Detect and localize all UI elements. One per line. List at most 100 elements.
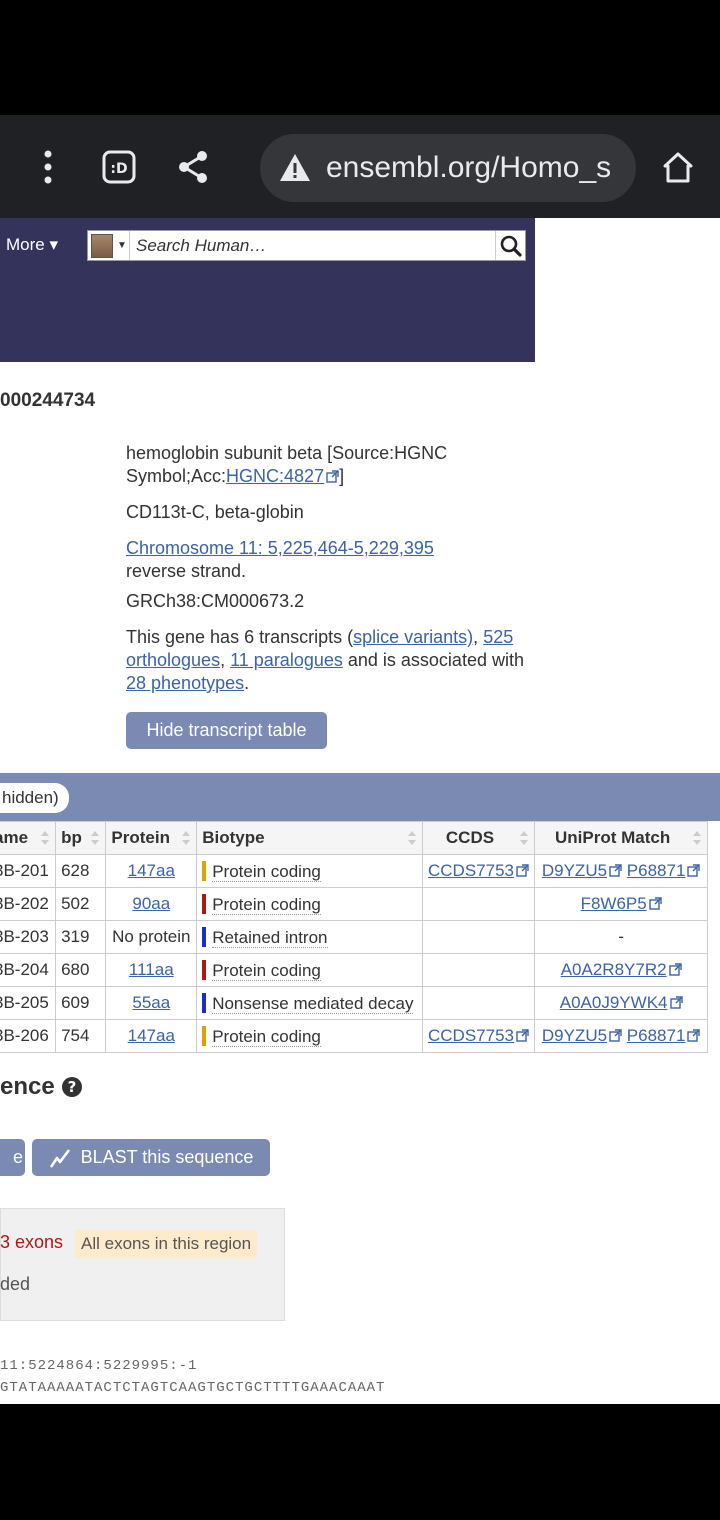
uniprot-link[interactable]: P68871 bbox=[627, 861, 686, 880]
sequence-text: GTATAAAAATACTCTAGTCAAGTGCTGCTTTTGAAACAAA… bbox=[0, 1380, 386, 1396]
hgnc-link[interactable]: HGNC:4827 bbox=[226, 466, 324, 486]
species-icon bbox=[91, 233, 113, 258]
exon-count-label: 3 exons bbox=[0, 1232, 64, 1252]
uniprot-link[interactable]: P68871 bbox=[627, 1026, 686, 1045]
sort-icon bbox=[91, 831, 100, 845]
url-bar[interactable]: ensembl.org/Homo_s bbox=[260, 134, 636, 202]
transcript-ccds bbox=[421, 986, 536, 1020]
transcript-bp: 628 bbox=[55, 854, 107, 888]
transcript-biotype: Protein coding bbox=[196, 1019, 423, 1053]
gene-summary: hemoglobin subunit beta [Source:HGNC Sym… bbox=[126, 442, 546, 708]
more-menu-link[interactable]: More ▾ bbox=[6, 235, 58, 255]
desktop-site-icon[interactable]: :D bbox=[89, 136, 149, 198]
transcript-uniprot: D9YZU5 P68871 bbox=[534, 854, 708, 888]
paralogues-link[interactable]: 11 paralogues bbox=[230, 650, 343, 670]
table-header-row: ame bp Protein Biotype CCDS UniProt Matc… bbox=[0, 821, 708, 855]
biotype-swatch bbox=[202, 992, 207, 1013]
location-link[interactable]: Chromosome 11: 5,225,464-5,229,395 bbox=[126, 538, 434, 558]
transcript-protein: 90aa bbox=[105, 887, 198, 921]
splice-variants-link[interactable]: splice variants) bbox=[353, 627, 473, 647]
transcript-name: 3B-206 bbox=[0, 1019, 57, 1053]
transcript-bp: 754 bbox=[55, 1019, 107, 1053]
transcript-protein: 111aa bbox=[105, 953, 198, 987]
gene-transcripts-summary: This gene has 6 transcripts (splice vari… bbox=[126, 627, 524, 693]
more-vert-icon[interactable] bbox=[18, 136, 78, 198]
transcript-name: 3B-201 bbox=[0, 854, 57, 888]
search-icon bbox=[500, 235, 522, 257]
masthead: More ▾ ▼ bbox=[0, 218, 535, 362]
gene-assembly: GRCh38:CM000673.2 bbox=[126, 591, 305, 611]
transcript-ccds bbox=[421, 887, 536, 921]
transcript-name: 3B-204 bbox=[0, 953, 57, 987]
uniprot-link[interactable]: A0A2R8Y7R2 bbox=[561, 960, 667, 979]
transcript-protein: 147aa bbox=[105, 1019, 198, 1053]
gene-synonyms: CD113t-C, beta-globin bbox=[126, 502, 304, 522]
download-sequence-button[interactable]: e bbox=[0, 1139, 25, 1176]
col-header-uniprot[interactable]: UniProt Match bbox=[534, 821, 708, 855]
home-icon[interactable] bbox=[648, 136, 708, 198]
sort-icon bbox=[520, 831, 529, 845]
col-header-biotype[interactable]: Biotype bbox=[196, 821, 423, 855]
transcript-table: ame bp Protein Biotype CCDS UniProt Matc… bbox=[0, 821, 708, 1053]
external-link-icon bbox=[516, 1029, 529, 1042]
ccds-link[interactable]: CCDS7753 bbox=[428, 1026, 514, 1045]
col-header-name[interactable]: ame bbox=[0, 821, 57, 855]
uniprot-link[interactable]: F8W6P5 bbox=[581, 894, 647, 913]
transcript-bp: 319 bbox=[55, 920, 107, 954]
transcript-biotype: Nonsense mediated decay bbox=[196, 986, 423, 1020]
exon-markup-panel bbox=[0, 1208, 285, 1321]
phenotypes-link[interactable]: 28 phenotypes bbox=[126, 673, 244, 693]
help-icon[interactable]: ? bbox=[61, 1076, 83, 1098]
protein-link[interactable]: 90aa bbox=[132, 894, 170, 913]
protein-link[interactable]: 147aa bbox=[128, 861, 175, 880]
protein-link[interactable]: 111aa bbox=[129, 960, 174, 979]
svg-text::D: :D bbox=[110, 161, 127, 177]
transcript-table-bar bbox=[0, 773, 720, 821]
blast-sequence-button[interactable]: BLAST this sequence bbox=[32, 1139, 270, 1176]
uniprot-link[interactable]: D9YZU5 bbox=[542, 861, 607, 880]
col-header-ccds[interactable]: CCDS bbox=[421, 821, 536, 855]
blast-icon bbox=[49, 1148, 70, 1168]
protein-link[interactable]: 55aa bbox=[132, 993, 170, 1012]
transcript-bp: 502 bbox=[55, 887, 107, 921]
protein-link[interactable]: 147aa bbox=[128, 1026, 175, 1045]
sequence-section-title: ence ? bbox=[0, 1073, 83, 1101]
col-header-protein[interactable]: Protein bbox=[105, 821, 198, 855]
exon-region-label: All exons in this region bbox=[75, 1230, 258, 1258]
transcript-ccds: CCDS7753 bbox=[421, 1019, 536, 1053]
table-row: 3B-202502 90aa Protein coding F8W6P5 bbox=[0, 887, 708, 921]
external-link-icon bbox=[326, 470, 339, 483]
gene-location: Chromosome 11: 5,225,464-5,229,395 rever… bbox=[126, 538, 434, 581]
transcript-name: 3B-203 bbox=[0, 920, 57, 954]
caret-down-icon: ▼ bbox=[117, 240, 127, 251]
search-input[interactable] bbox=[130, 231, 495, 260]
share-icon[interactable] bbox=[163, 136, 223, 198]
species-selector[interactable]: ▼ bbox=[88, 231, 130, 260]
gene-id-heading: 000244734 bbox=[0, 390, 96, 411]
external-link-icon bbox=[609, 864, 622, 877]
hide-transcript-table-button[interactable]: Hide transcript table bbox=[126, 712, 327, 749]
search-button[interactable] bbox=[495, 231, 525, 260]
transcript-uniprot: D9YZU5 P68871 bbox=[534, 1019, 708, 1053]
hidden-columns-toggle[interactable]: hidden) bbox=[0, 783, 69, 813]
table-row: 3B-203319No proteinRetained intron - bbox=[0, 920, 708, 954]
ccds-link[interactable]: CCDS7753 bbox=[428, 861, 514, 880]
exon-excluded-label: ded bbox=[0, 1274, 31, 1294]
sort-icon bbox=[693, 831, 701, 845]
search-box: ▼ bbox=[87, 230, 526, 261]
col-header-bp[interactable]: bp bbox=[55, 821, 107, 855]
system-nav-bar bbox=[0, 1404, 720, 1520]
uniprot-link[interactable]: A0A0J9YWK4 bbox=[560, 993, 668, 1012]
table-row: 3B-204680 111aa Protein coding A0A2R8Y7R2 bbox=[0, 953, 708, 987]
external-link-icon bbox=[668, 963, 682, 976]
external-link-icon bbox=[687, 1029, 701, 1042]
status-bar bbox=[0, 0, 720, 115]
sort-icon bbox=[41, 831, 50, 845]
transcript-biotype: Protein coding bbox=[196, 854, 423, 888]
table-row: 3B-201628 147aa Protein coding CCDS7753 D9YZ… bbox=[0, 854, 708, 888]
transcript-biotype: Protein coding bbox=[196, 887, 423, 921]
svg-text:?: ? bbox=[67, 1078, 76, 1096]
url-text: ensembl.org/Homo_s bbox=[326, 151, 612, 184]
uniprot-link[interactable]: D9YZU5 bbox=[542, 1026, 607, 1045]
transcript-ccds bbox=[421, 953, 536, 987]
